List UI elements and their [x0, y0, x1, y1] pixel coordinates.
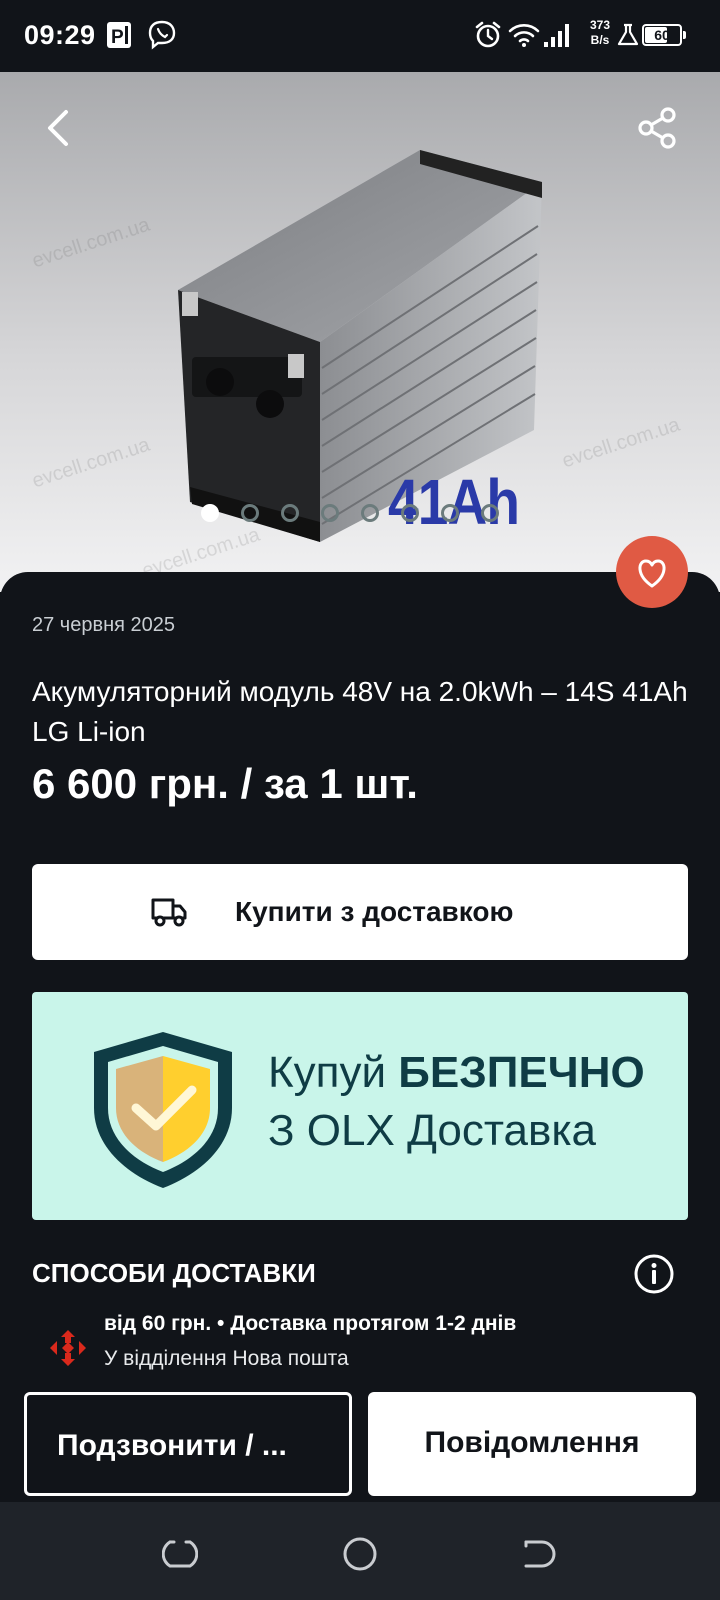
- gallery-pagination: [0, 504, 720, 524]
- info-icon[interactable]: [633, 1253, 675, 1295]
- battery-tip: [683, 31, 686, 39]
- call-button-label: Подзвонити / ...: [57, 1429, 287, 1462]
- delivery-point: У відділення Нова пошта: [104, 1347, 349, 1370]
- banner-line-1-regular: Купуй: [268, 1048, 399, 1097]
- buy-with-delivery-button[interactable]: Купити з доставкою: [32, 864, 688, 960]
- page-dot[interactable]: [201, 504, 219, 522]
- olx-delivery-banner[interactable]: Купуй БЕЗПЕЧНО З OLX Доставка: [32, 992, 688, 1220]
- favorite-button[interactable]: [616, 536, 688, 608]
- battery-icon: 60: [642, 24, 682, 46]
- nova-poshta-icon: [50, 1330, 86, 1366]
- recent-apps-icon[interactable]: [162, 1536, 198, 1572]
- page-dot[interactable]: [321, 504, 339, 522]
- alarm-icon: [475, 21, 501, 48]
- back-arrow-icon[interactable]: [38, 106, 82, 150]
- watermark: evcell.com.ua: [559, 413, 683, 473]
- page-dot[interactable]: [361, 504, 379, 522]
- banner-line-1-bold: БЕЗПЕЧНО: [398, 1048, 645, 1097]
- parking-app-icon: P: [107, 22, 131, 48]
- status-bar: 09:29 P 373 B/s 60: [0, 0, 720, 72]
- battery-level: 60: [654, 27, 670, 43]
- call-button[interactable]: Подзвонити / ...: [24, 1392, 352, 1496]
- message-button[interactable]: Повідомлення: [368, 1392, 696, 1496]
- shield-check-icon: [94, 1032, 232, 1188]
- photo-gallery[interactable]: evcell.com.ua evcell.com.ua evcell.com.u…: [0, 72, 720, 592]
- viber-icon: [148, 20, 176, 50]
- share-icon[interactable]: [636, 106, 680, 150]
- heart-icon: [638, 559, 666, 588]
- image-label: 41Ah: [388, 466, 520, 538]
- status-time: 09:29: [24, 20, 96, 50]
- page-dot[interactable]: [441, 504, 459, 522]
- watermark: evcell.com.ua: [29, 433, 153, 493]
- signal-icon: [544, 24, 569, 47]
- net-speed: 373 B/s: [583, 18, 617, 48]
- buy-button-label: Купити з доставкою: [235, 896, 514, 927]
- system-navigation-bar: [0, 1502, 720, 1600]
- banner-line-2: З OLX Доставка: [268, 1106, 597, 1155]
- page-dot[interactable]: [401, 504, 419, 522]
- page-dot[interactable]: [281, 504, 299, 522]
- lab-icon: [617, 23, 639, 46]
- message-button-label: Повідомлення: [424, 1426, 640, 1459]
- page-dot[interactable]: [481, 504, 499, 522]
- delivery-price: від 60 грн. • Доставка протягом 1-2 днів: [104, 1312, 517, 1335]
- post-date: 27 червня 2025: [32, 614, 176, 636]
- listing-price: 6 600 грн. / за 1 шт.: [32, 760, 418, 807]
- net-speed-value: 373: [589, 18, 611, 32]
- banner-line-1: Купуй БЕЗПЕЧНО: [268, 1048, 645, 1098]
- listing-title: Акумуляторний модуль 48V на 2.0kWh – 14S…: [32, 676, 688, 747]
- home-icon[interactable]: [342, 1536, 378, 1572]
- delivery-heading: СПОСОБИ ДОСТАВКИ: [32, 1258, 316, 1288]
- truck-icon: [151, 898, 187, 927]
- wifi-icon: [508, 24, 540, 47]
- page-dot[interactable]: [241, 504, 259, 522]
- net-speed-unit: B/s: [590, 33, 610, 47]
- back-nav-icon[interactable]: [522, 1536, 558, 1572]
- watermark: evcell.com.ua: [29, 213, 153, 273]
- svg-text:P: P: [111, 27, 124, 48]
